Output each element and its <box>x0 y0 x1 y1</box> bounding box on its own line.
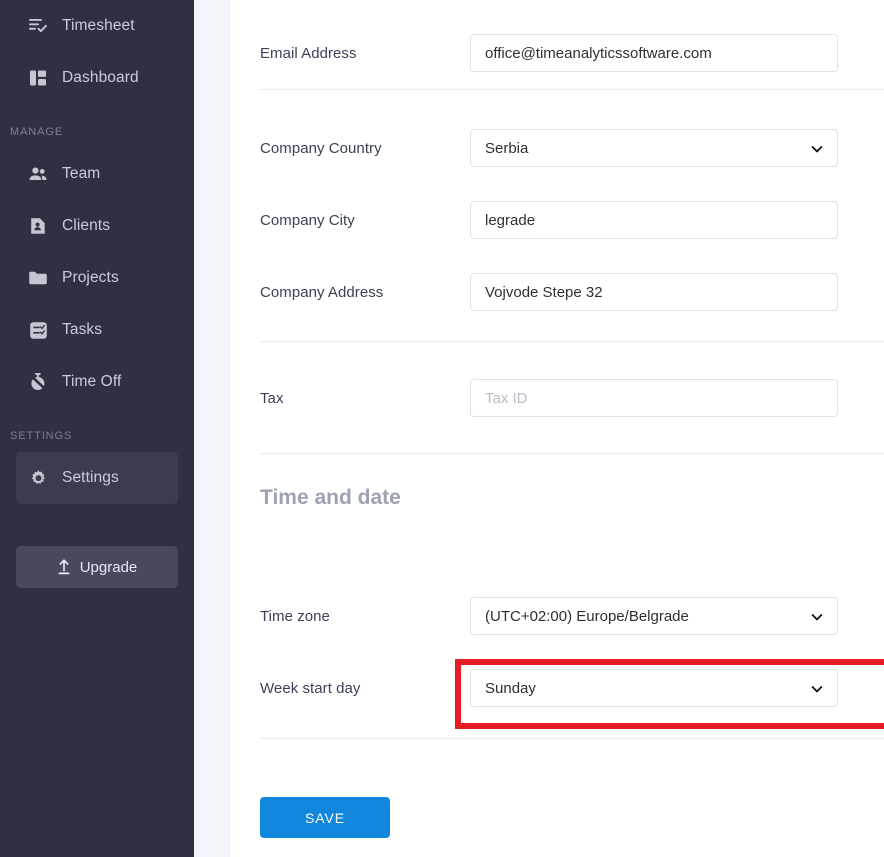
task-list-icon <box>28 320 48 340</box>
content-gutter <box>194 0 230 857</box>
dashboard-grid-icon <box>28 68 48 88</box>
company-city-label: Company City <box>260 211 355 229</box>
settings-form: Email Address Company Country Serbia Com… <box>230 0 884 857</box>
company-country-value: Serbia <box>485 139 529 157</box>
app-window: Timesheet Dashboard MANAGE Team Clients … <box>0 0 884 857</box>
week-start-day-label: Week start day <box>260 679 361 697</box>
sidebar-item-label: Timesheet <box>62 17 135 34</box>
sidebar-item-label: Team <box>62 165 101 182</box>
sidebar-item-timesheet[interactable]: Timesheet <box>16 0 178 52</box>
sidebar-item-projects[interactable]: Projects <box>16 252 178 304</box>
field-row-company-country: Company Country Serbia <box>230 112 884 184</box>
field-row-email: Email Address <box>230 17 884 89</box>
upgrade-label: Upgrade <box>79 558 138 576</box>
upgrade-button[interactable]: Upgrade <box>16 546 178 588</box>
sidebar-item-label: Time Off <box>62 373 122 390</box>
email-label: Email Address <box>260 44 357 62</box>
sidebar-item-team[interactable]: Team <box>16 148 178 200</box>
save-button[interactable]: SAVE <box>260 797 390 838</box>
sidebar-item-label: Tasks <box>62 321 103 338</box>
chevron-down-icon <box>811 682 823 694</box>
sidebar-item-label: Projects <box>62 269 119 286</box>
email-input[interactable] <box>470 34 838 72</box>
sidebar-item-label: Dashboard <box>62 69 139 86</box>
timezone-label: Time zone <box>260 607 330 625</box>
company-country-select[interactable]: Serbia <box>470 129 838 167</box>
upload-arrow-icon <box>57 559 71 575</box>
sidebar-item-label: Settings <box>62 469 119 486</box>
timezone-value: (UTC+02:00) Europe/Belgrade <box>485 607 689 625</box>
top-spacer <box>230 0 884 17</box>
sidebar-section-settings: SETTINGS <box>10 430 73 442</box>
field-row-week-start-day: Week start day Sunday <box>230 652 884 724</box>
timesheet-check-icon <box>28 16 48 36</box>
sidebar: Timesheet Dashboard MANAGE Team Clients … <box>0 0 194 857</box>
sidebar-item-tasks[interactable]: Tasks <box>16 304 178 356</box>
people-icon <box>28 164 48 184</box>
contact-card-icon <box>28 216 48 236</box>
company-address-label: Company Address <box>260 283 384 301</box>
upgrade-container: Upgrade <box>0 546 194 588</box>
sidebar-item-clients[interactable]: Clients <box>16 200 178 252</box>
stopwatch-off-icon <box>28 372 48 392</box>
sidebar-item-settings[interactable]: Settings <box>16 452 178 504</box>
section-heading-time-and-date: Time and date <box>260 486 401 509</box>
sidebar-item-label: Clients <box>62 217 111 234</box>
chevron-down-icon <box>811 610 823 622</box>
field-row-tax: Tax <box>230 362 884 434</box>
week-start-day-value: Sunday <box>485 679 536 697</box>
sidebar-item-dashboard[interactable]: Dashboard <box>16 52 178 104</box>
field-row-company-city: Company City <box>230 184 884 256</box>
sidebar-section-manage: MANAGE <box>10 126 64 138</box>
folder-icon <box>28 268 48 288</box>
week-start-day-select[interactable]: Sunday <box>470 669 838 707</box>
tax-input[interactable] <box>470 379 838 417</box>
timezone-select[interactable]: (UTC+02:00) Europe/Belgrade <box>470 597 838 635</box>
company-city-input[interactable] <box>470 201 838 239</box>
chevron-down-icon <box>811 142 823 154</box>
tax-label: Tax <box>260 389 284 407</box>
field-row-company-address: Company Address <box>230 256 884 328</box>
field-row-timezone: Time zone (UTC+02:00) Europe/Belgrade <box>230 580 884 652</box>
sidebar-item-time-off[interactable]: Time Off <box>16 356 178 408</box>
company-country-label: Company Country <box>260 139 382 157</box>
gear-icon <box>28 468 48 488</box>
company-address-input[interactable] <box>470 273 838 311</box>
